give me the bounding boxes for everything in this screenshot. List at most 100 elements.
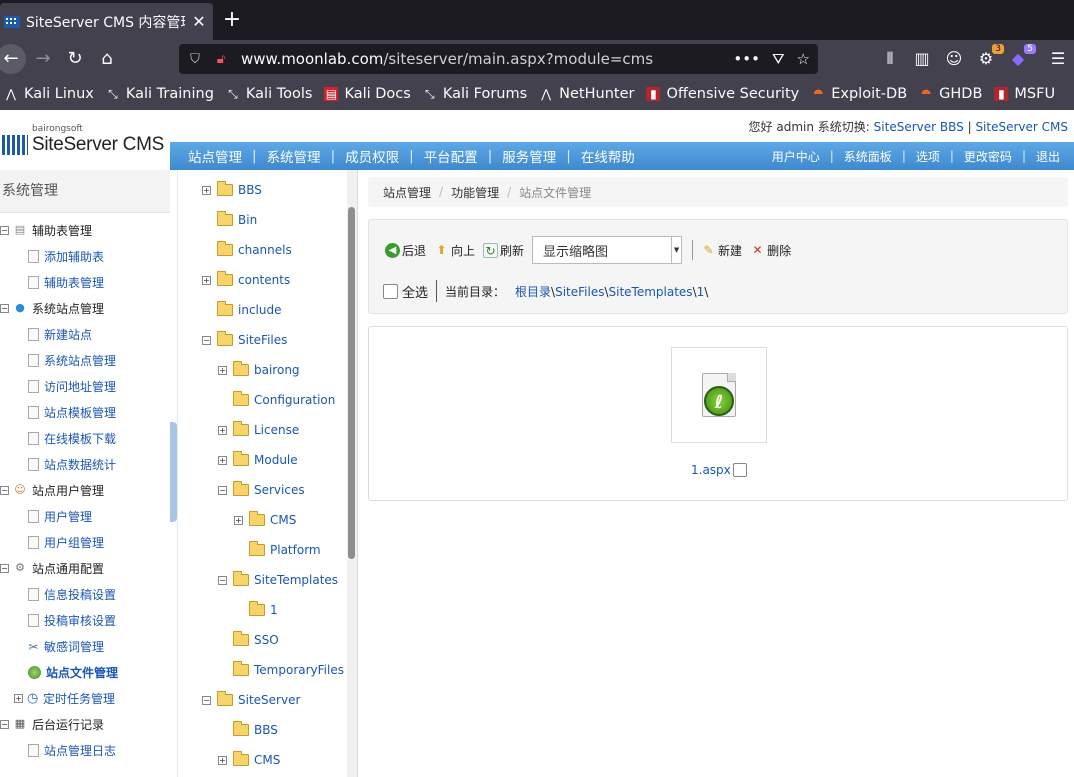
collapse-icon[interactable]: −: [218, 575, 227, 585]
bookmark-ghdb[interactable]: ⯊ GHDB: [919, 86, 982, 102]
tree-folder-item[interactable]: TemporaryFiles: [218, 661, 344, 679]
menu-icon[interactable]: ☰: [1048, 49, 1068, 68]
sidebar-item[interactable]: 访问地址管理: [0, 373, 170, 399]
tree-folder-item[interactable]: + License: [218, 421, 299, 439]
delete-button[interactable]: ✕ 删除: [750, 242, 792, 259]
collapse-icon[interactable]: −: [0, 719, 9, 729]
sidebar-item[interactable]: 站点模板管理: [0, 399, 170, 425]
file-thumbnail[interactable]: ℓ: [671, 347, 767, 443]
expand-icon[interactable]: +: [202, 275, 211, 285]
sidebar-item[interactable]: − ⚙ 站点通用配置: [0, 555, 170, 581]
bookmark-offensive-security[interactable]: ▮ Offensive Security: [646, 86, 799, 102]
expand-icon[interactable]: +: [218, 425, 227, 435]
bookmark-kali-docs[interactable]: ▤ Kali Docs: [324, 86, 411, 102]
nav-system-management[interactable]: 系统管理: [267, 146, 321, 166]
tree-folder-item[interactable]: − SiteServer: [202, 691, 300, 709]
new-folder-button[interactable]: ✎ 新建: [701, 242, 743, 259]
bookmark-kali-linux[interactable]: ⋀ Kali Linux: [4, 86, 94, 102]
reload-button[interactable]: ↻: [62, 46, 88, 72]
new-tab-button[interactable]: +: [220, 8, 244, 32]
sidebar-item[interactable]: 辅助表管理: [0, 269, 170, 295]
forward-button[interactable]: →: [30, 46, 56, 72]
tree-folder-item[interactable]: + Module: [218, 451, 298, 469]
expand-icon[interactable]: +: [218, 365, 227, 375]
sidebar-item[interactable]: 信息投稿设置: [0, 581, 170, 607]
expand-icon[interactable]: +: [234, 515, 243, 525]
back-button[interactable]: ←: [0, 44, 26, 74]
expand-icon[interactable]: +: [14, 693, 23, 703]
sidebar-item[interactable]: 添加辅助表: [0, 243, 170, 269]
tree-folder-item[interactable]: + BBS: [202, 181, 262, 199]
tree-folder-item[interactable]: 1: [234, 601, 278, 619]
close-icon[interactable]: ✕: [191, 12, 207, 31]
nav-user-center[interactable]: 用户中心: [772, 148, 820, 165]
sidebar-item[interactable]: − ☺ 站点用户管理: [0, 477, 170, 503]
address-bar[interactable]: ⛉ 🔓︎ www.moonlab.com/siteserver/main.asp…: [179, 44, 818, 74]
collapse-icon[interactable]: −: [0, 485, 9, 495]
nav-change-password[interactable]: 更改密码: [964, 148, 1012, 165]
tree-folder-item[interactable]: − SiteFiles: [202, 331, 287, 349]
collapse-icon[interactable]: −: [0, 563, 9, 573]
tree-folder-item[interactable]: channels: [202, 241, 292, 259]
collapse-icon[interactable]: −: [202, 695, 211, 705]
nav-system-panel[interactable]: 系统面板: [844, 148, 892, 165]
sidebar-item[interactable]: 站点文件管理: [0, 659, 170, 685]
tree-folder-item[interactable]: Configuration: [218, 391, 335, 409]
back-nav-button[interactable]: ◀ 后退: [385, 242, 426, 259]
path-root-link[interactable]: 根目录: [515, 285, 551, 299]
tree-folder-item[interactable]: + CMS: [218, 751, 280, 769]
switch-cms-link[interactable]: SiteServer CMS: [975, 120, 1068, 134]
bookmark-exploit-db[interactable]: ⯊ Exploit-DB: [811, 86, 907, 102]
page-actions-icon[interactable]: •••: [733, 50, 760, 68]
sidebar-item[interactable]: 系统站点管理: [0, 347, 170, 373]
expand-icon[interactable]: +: [218, 455, 227, 465]
nav-logout[interactable]: 退出: [1036, 148, 1060, 165]
bookmark-star-icon[interactable]: ☆: [797, 50, 810, 68]
nav-member-permissions[interactable]: 成员权限: [345, 146, 399, 166]
sidebar-item[interactable]: − ▤ 辅助表管理: [0, 217, 170, 243]
view-mode-select[interactable]: 显示缩略图 ▼: [532, 236, 683, 264]
collapse-icon[interactable]: −: [202, 335, 211, 345]
tree-folder-item[interactable]: include: [202, 301, 281, 319]
breadcrumb-site-management[interactable]: 站点管理: [383, 184, 431, 201]
tree-scrollbar-thumb[interactable]: [348, 207, 355, 559]
expand-icon[interactable]: +: [202, 185, 211, 195]
browser-tab-active[interactable]: SiteServer CMS 内容管理 ✕: [0, 3, 213, 40]
nav-site-management[interactable]: 站点管理: [188, 146, 242, 166]
account-icon[interactable]: ☺: [944, 49, 964, 68]
home-button[interactable]: ⌂: [94, 46, 120, 72]
tree-folder-item[interactable]: SSO: [218, 631, 279, 649]
tree-folder-item[interactable]: + contents: [202, 271, 290, 289]
tree-folder-item[interactable]: Bin: [202, 211, 257, 229]
path-sitetemplates-link[interactable]: SiteTemplates: [609, 285, 693, 299]
extension-icon[interactable]: ⚙ 3: [976, 44, 1004, 68]
bookmark-kali-training[interactable]: ⤡ Kali Training: [106, 86, 214, 102]
sidebar-item[interactable]: − ▦ 后台运行记录: [0, 711, 170, 737]
bookmark-kali-forums[interactable]: ⤡ Kali Forums: [423, 86, 527, 102]
sidebar-item[interactable]: 投稿审核设置: [0, 607, 170, 633]
refresh-button[interactable]: ↻ 刷新: [483, 242, 524, 259]
sidebar-item[interactable]: 在线模板下载: [0, 425, 170, 451]
nav-online-help[interactable]: 在线帮助: [581, 146, 635, 166]
nav-service-management[interactable]: 服务管理: [502, 146, 556, 166]
switch-bbs-link[interactable]: SiteServer BBS: [874, 120, 964, 134]
tree-folder-item[interactable]: + CMS: [234, 511, 296, 529]
file-name-link[interactable]: 1.aspx: [691, 463, 731, 477]
bookmark-msfu[interactable]: ▮ MSFU: [994, 86, 1055, 102]
collapse-icon[interactable]: −: [0, 225, 9, 235]
select-all-checkbox[interactable]: [383, 283, 398, 299]
shield-icon[interactable]: ⛉: [187, 52, 203, 67]
bookmark-nethunter[interactable]: ⋀ NetHunter: [539, 86, 634, 102]
sidebar-item[interactable]: 站点管理日志: [0, 737, 170, 763]
sidebar-item[interactable]: 站点数据统计: [0, 451, 170, 477]
sidebar-item[interactable]: − ● 系统站点管理: [0, 295, 170, 321]
nav-options[interactable]: 选项: [916, 148, 940, 165]
path-sitefiles-link[interactable]: SiteFiles: [555, 285, 604, 299]
bookmark-kali-tools[interactable]: ⤡ Kali Tools: [226, 86, 312, 102]
expand-icon[interactable]: +: [218, 755, 227, 765]
sidebar-item[interactable]: 用户管理: [0, 503, 170, 529]
up-button[interactable]: ⬆ 向上: [434, 242, 475, 259]
tree-folder-item[interactable]: + bairong: [218, 361, 300, 379]
nav-platform-config[interactable]: 平台配置: [424, 146, 478, 166]
collapse-icon[interactable]: −: [218, 485, 227, 495]
